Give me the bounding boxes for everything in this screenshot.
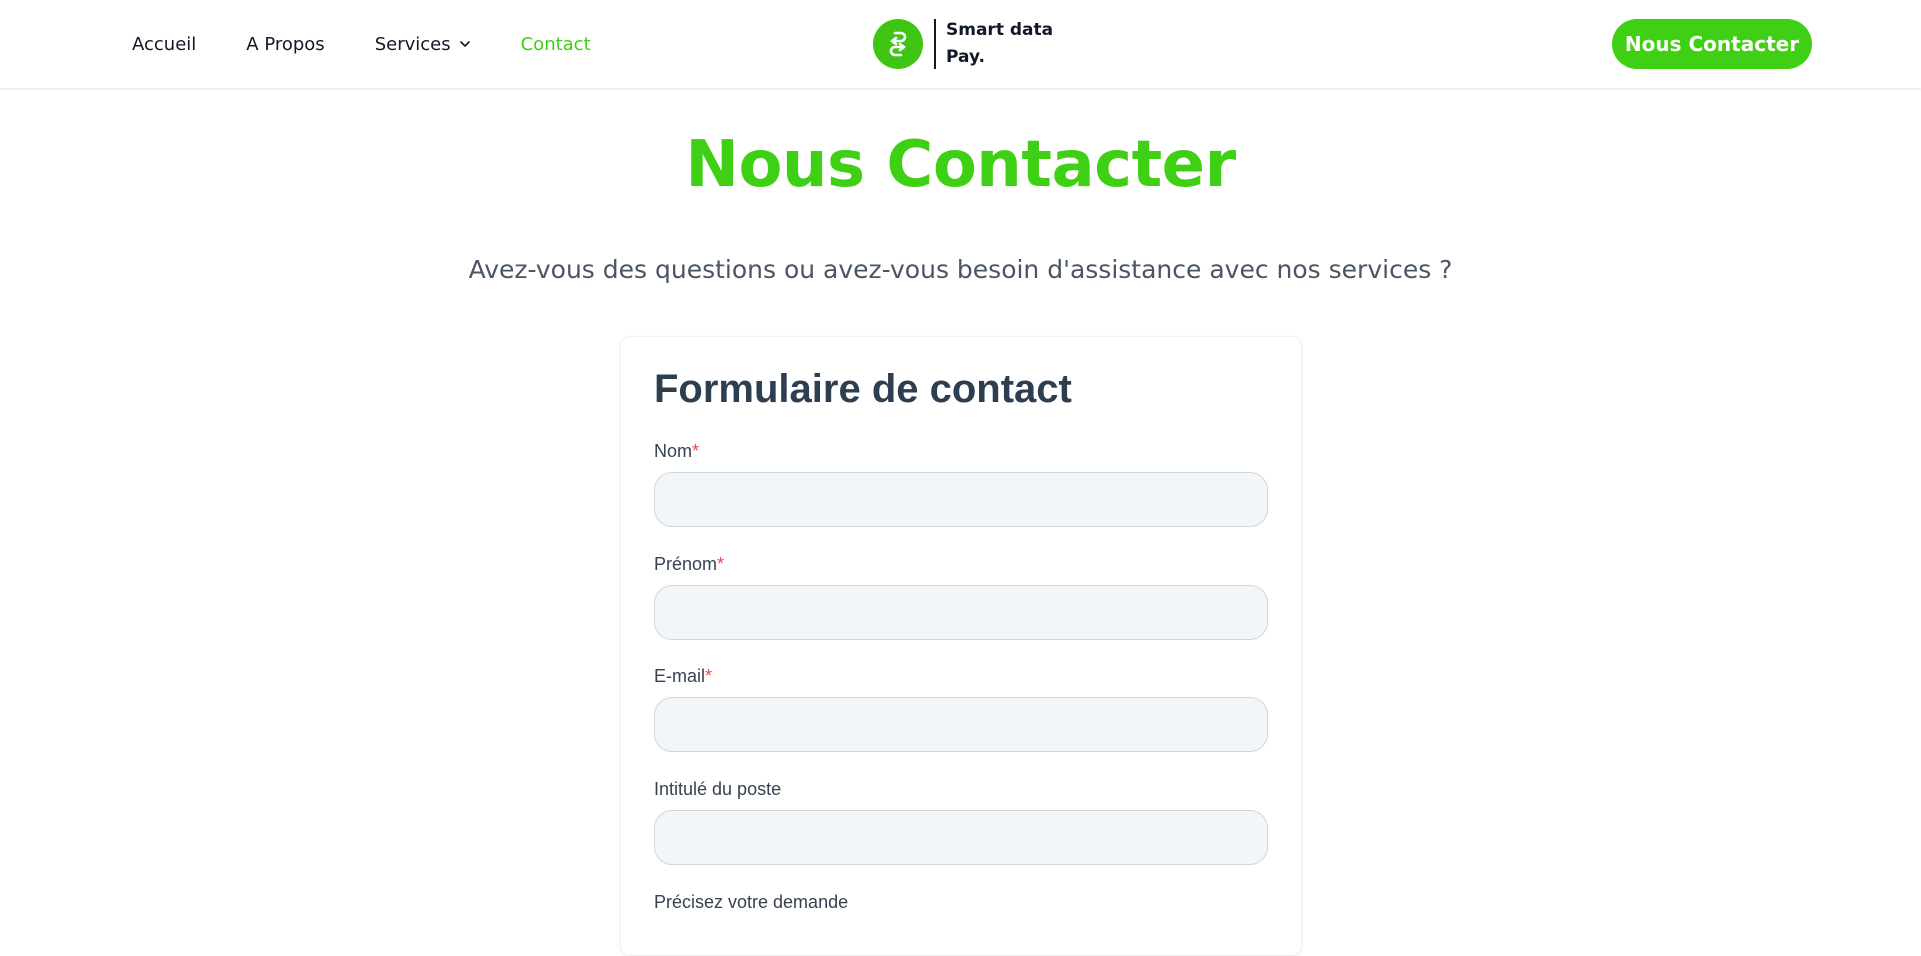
email-input[interactable] <box>654 697 1268 752</box>
chevron-down-icon <box>459 41 470 47</box>
nav-link-a-propos[interactable]: A Propos <box>246 34 324 55</box>
email-label: E-mail* <box>654 666 712 687</box>
nav-link-label: A Propos <box>246 33 325 55</box>
page-subtitle: Avez-vous des questions ou avez-vous bes… <box>468 255 1453 284</box>
prenom-label: Prénom* <box>654 554 724 575</box>
prenom-input[interactable] <box>654 585 1268 640</box>
job-title-label-text: Intitulé du poste <box>654 779 782 799</box>
request-label: Précisez votre demande <box>654 892 848 913</box>
main-nav: Accueil A Propos Services Contact <box>132 0 591 88</box>
nom-label: Nom* <box>654 441 699 462</box>
top-navbar: Accueil A Propos Services Contact Smart … <box>0 0 1921 88</box>
required-asterisk: * <box>705 666 713 686</box>
job-title-input[interactable] <box>654 810 1268 865</box>
brand-name: Smart data Pay. <box>946 17 1053 71</box>
required-asterisk: * <box>692 441 700 461</box>
nav-link-contact[interactable]: Contact <box>521 34 591 55</box>
job-title-label: Intitulé du poste <box>654 779 781 800</box>
request-label-text: Précisez votre demande <box>654 892 849 912</box>
nav-link-label: Services <box>374 33 451 55</box>
nav-link-label: Accueil <box>132 33 197 55</box>
nav-link-label: Contact <box>520 33 591 55</box>
nav-link-accueil[interactable]: Accueil <box>132 34 196 55</box>
brand-divider <box>934 19 936 69</box>
nom-input[interactable] <box>654 472 1268 527</box>
form-title: Formulaire de contact <box>654 367 1072 411</box>
required-asterisk: * <box>717 554 725 574</box>
brand-name-line2: Pay. <box>946 47 985 67</box>
nom-label-text: Nom <box>654 441 693 461</box>
email-label-text: E-mail <box>654 666 706 686</box>
nous-contacter-button[interactable]: Nous Contacter <box>1612 19 1812 69</box>
contact-form-card: Formulaire de contact Nom* Prénom* E-mai… <box>620 336 1302 956</box>
page-title: Nous Contacter <box>685 128 1236 202</box>
brand-logo[interactable]: Smart data Pay. <box>873 18 1053 70</box>
prenom-label-text: Prénom <box>654 554 718 574</box>
swap-arrows-icon <box>873 19 923 69</box>
brand-name-line1: Smart data <box>946 20 1054 40</box>
nav-link-services[interactable]: Services <box>375 34 471 55</box>
